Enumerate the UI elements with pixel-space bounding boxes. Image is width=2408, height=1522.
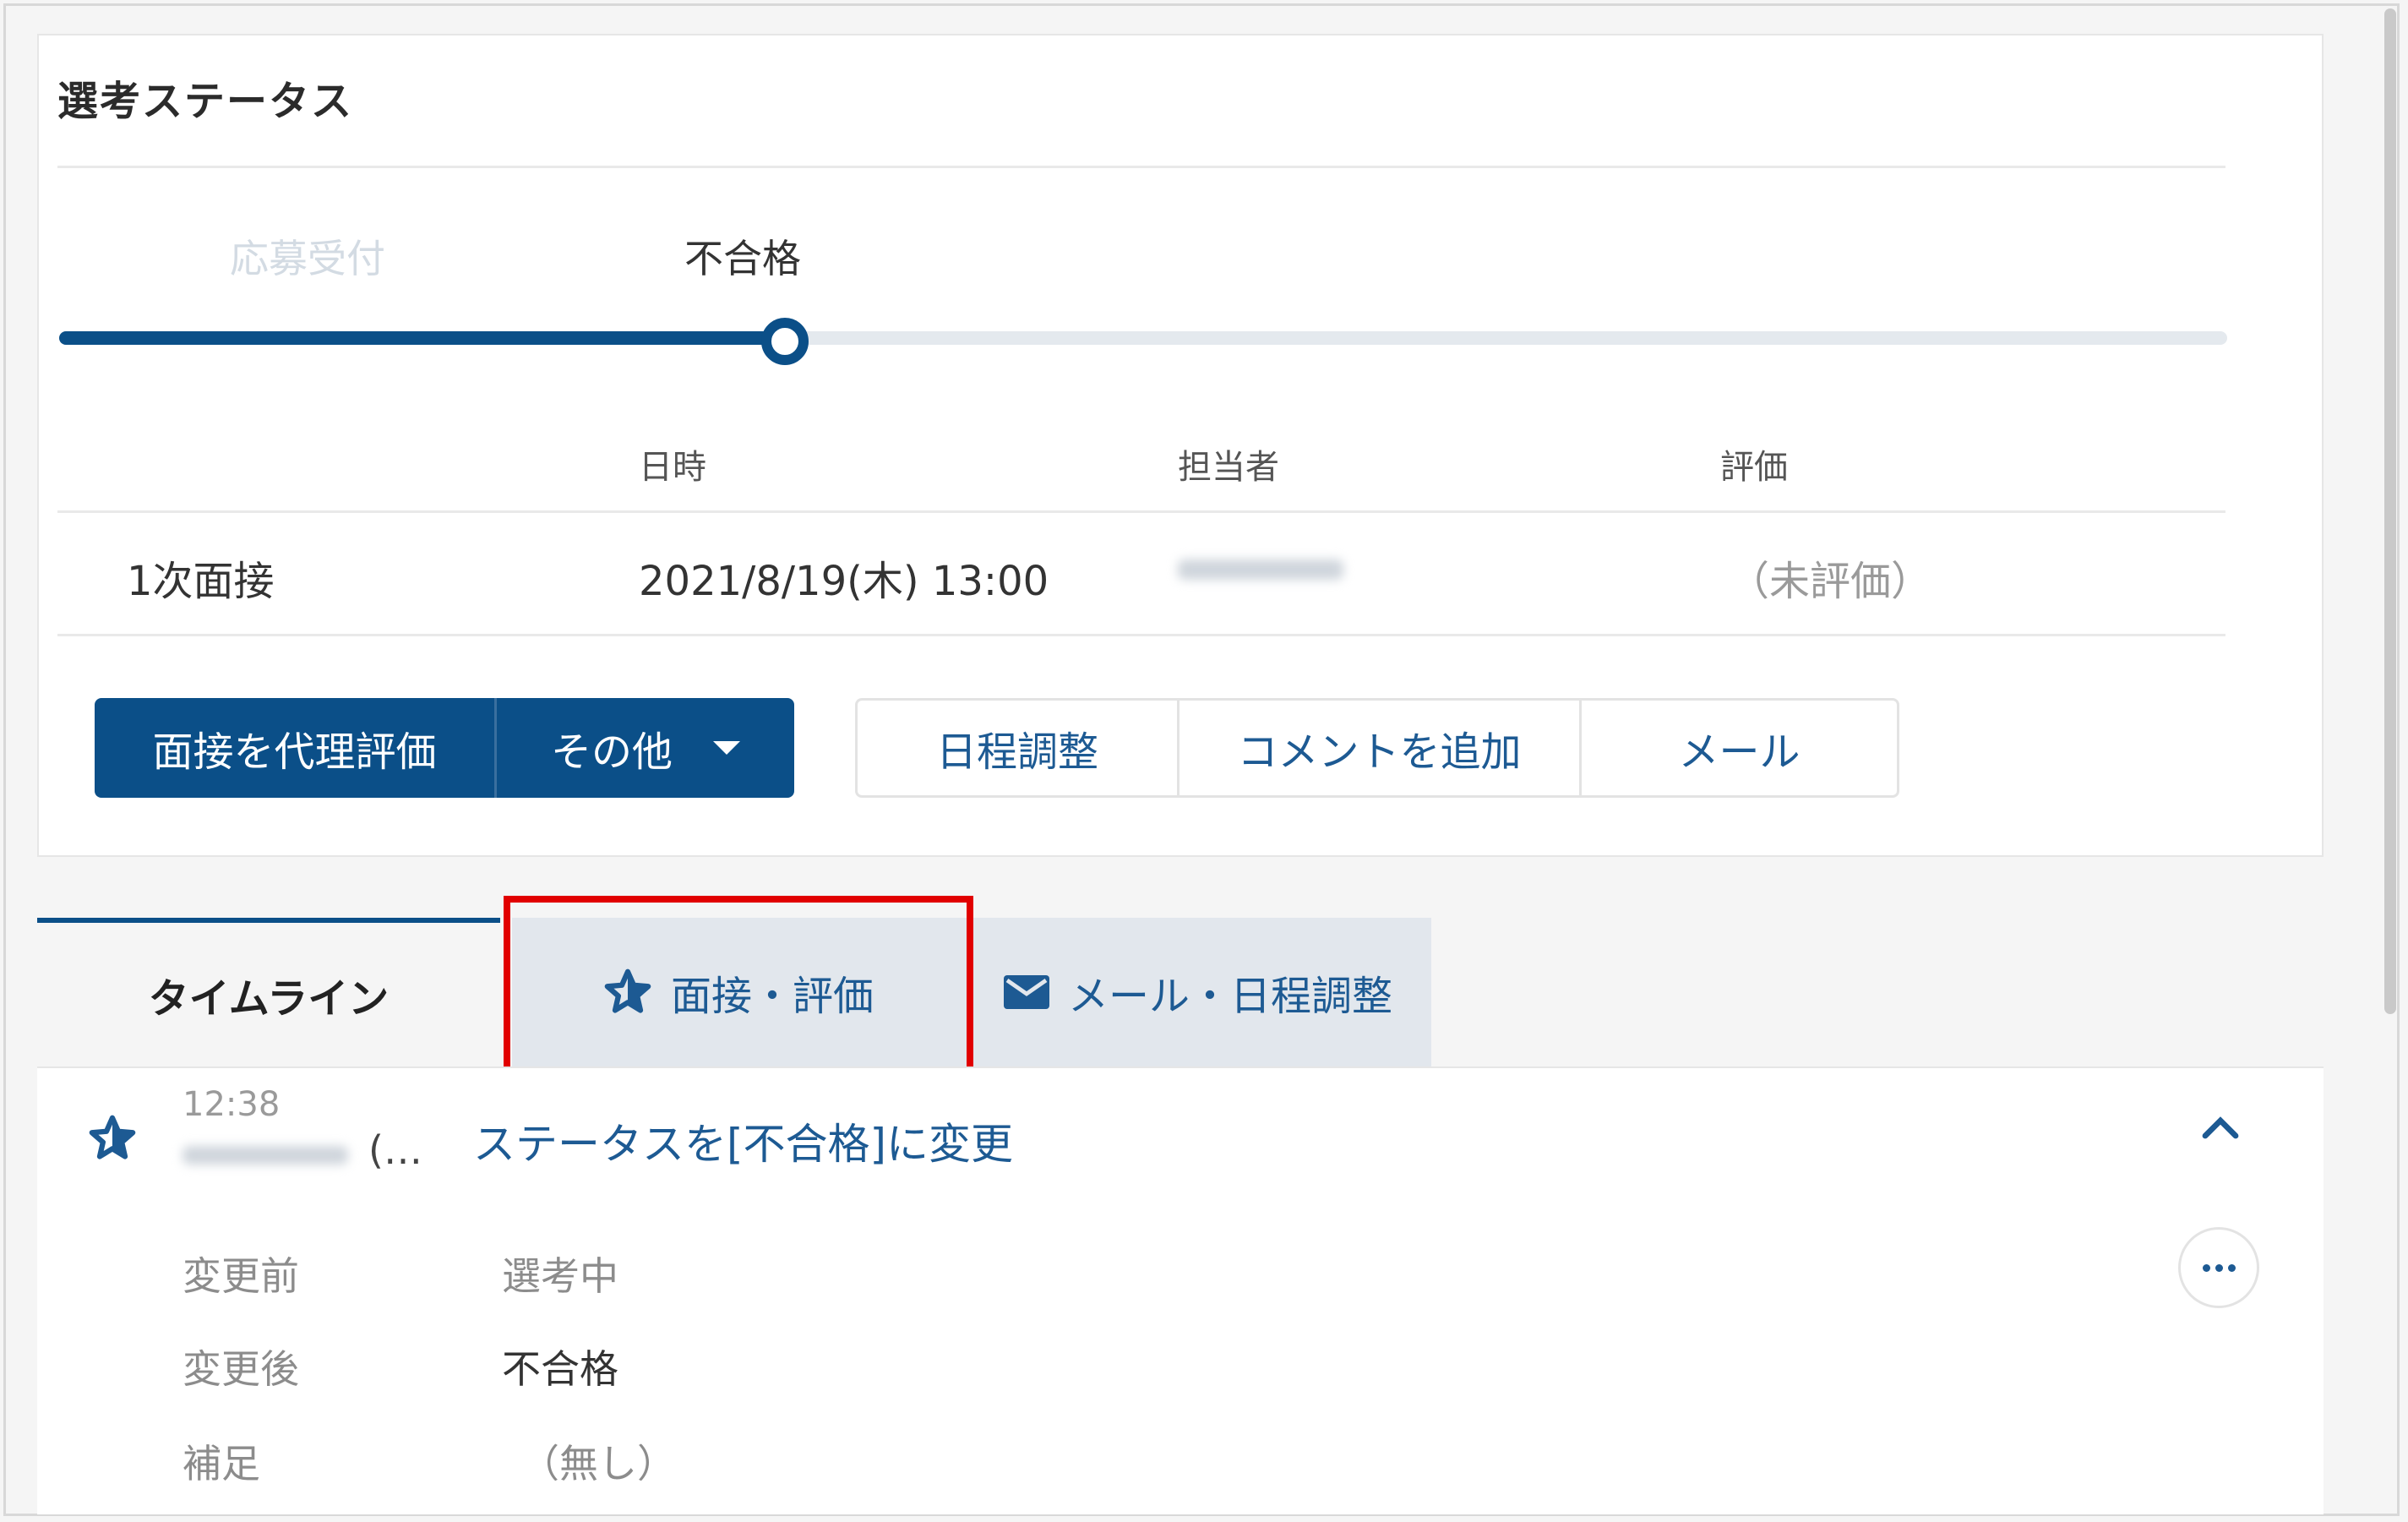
timeline-author-redacted — [183, 1146, 348, 1165]
tab-timeline[interactable]: タイムライン — [37, 918, 500, 1066]
column-header-assignee: 担当者 — [1178, 448, 1279, 487]
detail-label-before: 変更前 — [183, 1253, 299, 1299]
detail-label-note: 補足 — [183, 1441, 260, 1487]
mail-label: メール — [1678, 728, 1801, 776]
highlight-frame — [504, 896, 973, 1087]
more-horizontal-icon — [2227, 1263, 2236, 1272]
tab-mail-schedule[interactable]: メール・日程調整 — [965, 918, 1431, 1066]
detail-value-note: （無し） — [520, 1441, 676, 1487]
scrollbar-thumb[interactable] — [2384, 8, 2396, 1014]
more-horizontal-icon — [2215, 1263, 2223, 1272]
status-card-title: 選考ステータス — [57, 78, 354, 125]
mail-button[interactable]: メール — [1579, 701, 1897, 795]
more-options-button[interactable] — [2178, 1227, 2259, 1308]
detail-label-after: 変更後 — [183, 1346, 299, 1392]
timeline-entry-time: 12:38 — [183, 1085, 281, 1124]
progress-fill — [59, 331, 775, 345]
timeline-entry-title: ステータスを[不合格]に変更 — [473, 1120, 1014, 1169]
more-horizontal-icon — [2202, 1263, 2210, 1272]
detail-value-before: 選考中 — [502, 1253, 618, 1299]
interview-evaluation: （未評価） — [1729, 558, 1932, 605]
other-dropdown-button[interactable]: その他 — [497, 698, 794, 798]
timeline-author-suffix: (… — [368, 1127, 422, 1173]
card-divider — [57, 166, 2225, 168]
secondary-button-group: 日程調整 コメントを追加 メール — [855, 698, 1899, 798]
schedule-button[interactable]: 日程調整 — [858, 701, 1177, 795]
progress-current-marker — [761, 318, 809, 365]
add-comment-button[interactable]: コメントを追加 — [1177, 701, 1579, 795]
caret-down-icon — [713, 741, 740, 755]
assignee-name-redacted — [1178, 559, 1343, 580]
proxy-evaluate-button[interactable]: 面接を代理評価 — [95, 698, 497, 798]
schedule-label: 日程調整 — [935, 728, 1098, 776]
primary-button-group: 面接を代理評価 その他 — [95, 698, 794, 798]
collapse-button[interactable] — [2202, 1114, 2239, 1143]
timeline-entry-icon — [88, 1114, 137, 1166]
table-divider — [57, 510, 2225, 513]
other-label: その他 — [550, 728, 673, 776]
proxy-evaluate-label: 面接を代理評価 — [152, 728, 437, 776]
star-outline-icon — [89, 1115, 136, 1159]
envelope-icon — [1003, 975, 1049, 1009]
step-label-application: 応募受付 — [230, 236, 385, 281]
chevron-up-icon — [2202, 1116, 2239, 1139]
column-header-evaluation: 評価 — [1720, 448, 1788, 487]
interview-stage: 1次面接 — [127, 558, 275, 605]
detail-value-after: 不合格 — [502, 1346, 618, 1392]
interview-datetime: 2021/8/19(木) 13:00 — [639, 558, 1049, 605]
column-header-datetime: 日時 — [639, 448, 706, 487]
step-label-rejected: 不合格 — [684, 236, 801, 281]
tab-timeline-label: タイムライン — [148, 975, 390, 1023]
table-divider — [57, 634, 2225, 636]
tab-mail-label: メール・日程調整 — [1067, 973, 1392, 1020]
add-comment-label: コメントを追加 — [1237, 728, 1522, 776]
